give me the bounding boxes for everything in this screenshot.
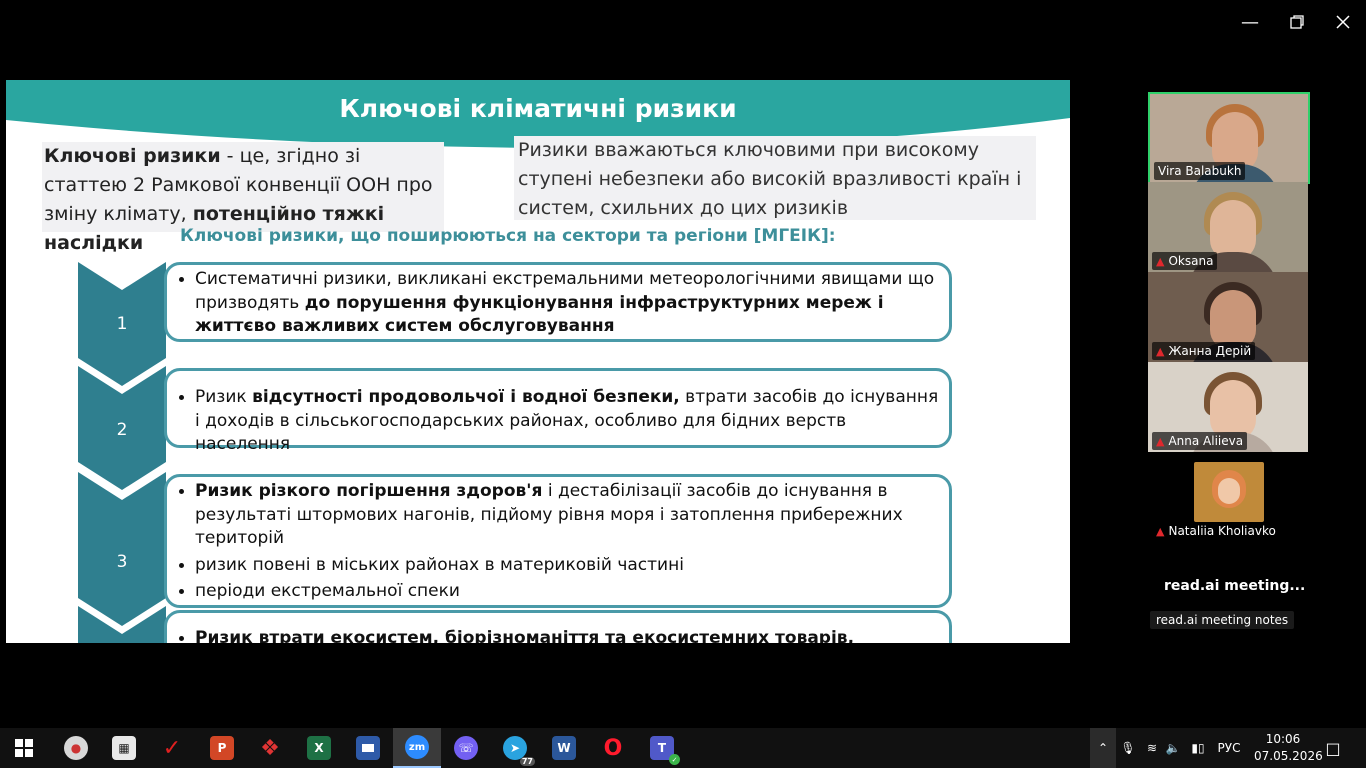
tray-microphone[interactable]: 🎙	[1118, 728, 1138, 768]
speaker-icon: 🔈	[1165, 741, 1181, 755]
participant-name-tag: ▲ Anna Aliieva	[1152, 432, 1248, 450]
taskbar-app-viber[interactable]: ☏	[442, 728, 490, 768]
taskbar-app-calculator[interactable]: ▦	[100, 728, 148, 768]
anydesk-icon: ❖	[260, 735, 280, 761]
powerpoint-icon: P	[210, 736, 234, 760]
clock-date: 07.05.2026	[1254, 749, 1323, 763]
taskbar-app-zoom[interactable]: zm	[393, 728, 441, 768]
taskbar-clock[interactable]: 10:06 07.05.2026	[1254, 731, 1323, 765]
word-icon: W	[552, 736, 576, 760]
risk-card-1: Систематичні ризики, викликані екстремал…	[164, 262, 952, 342]
risk-bullet: Ризик відсутності продовольчої і водної …	[195, 386, 939, 457]
participant-avatar	[1194, 462, 1264, 522]
tray-network[interactable]: ≋	[1141, 728, 1163, 768]
step-number-3: 3	[116, 552, 128, 572]
participant-name-tag: Vira Balabukh	[1154, 162, 1246, 180]
taskbar-app-teams[interactable]: T ✓	[638, 728, 686, 768]
start-windows-icon	[15, 739, 33, 757]
clock-time: 10:06	[1265, 732, 1301, 746]
teams-icon: T ✓	[650, 736, 680, 765]
restore-icon	[1290, 15, 1304, 29]
telegram-icon: ➤ 77	[503, 736, 535, 766]
notification-icon: □	[1325, 738, 1341, 758]
check-app-icon: ✓	[162, 735, 182, 761]
participant-tile-anna[interactable]: ▲ Anna Aliieva	[1148, 362, 1308, 452]
definition-term: Ключові ризики	[44, 145, 221, 167]
risk-card-2: Ризик відсутності продовольчої і водної …	[164, 368, 952, 454]
key-risks-criteria: Ризики вважаються ключовими при високому…	[514, 136, 1036, 220]
taskbar-app-anydesk[interactable]: ❖	[246, 728, 294, 768]
slide-subheading: Ключові ризики, що поширюються на сектор…	[180, 226, 836, 246]
slide-title: Ключові кліматичні ризики	[339, 94, 737, 123]
close-button[interactable]	[1328, 8, 1358, 36]
shared-slide: Ключові кліматичні ризики Ключові ризики…	[6, 80, 1070, 643]
participant-name-tag: ▲ Nataliia Kholiavko	[1152, 522, 1280, 540]
risk-bullet: ризик повені в міських районах в материк…	[195, 554, 939, 578]
risk-bullet: Ризик втрати екосистем, біорізноманіття …	[195, 627, 939, 643]
show-hidden-icons[interactable]: ⌃	[1090, 728, 1116, 768]
start-button[interactable]	[0, 728, 48, 768]
excel-icon: X	[307, 736, 331, 760]
minimize-button[interactable]: —	[1235, 8, 1265, 36]
participant-name-tag: ▲ Жанна Дерій	[1152, 342, 1256, 360]
restore-button[interactable]	[1282, 8, 1312, 36]
zoom-icon: zm	[405, 735, 429, 759]
language-indicator[interactable]: РУС	[1212, 728, 1246, 768]
risk-card-4: Ризик втрати екосистем, біорізноманіття …	[164, 610, 952, 643]
key-risks-definition: Ключові ризики - це, згідно зі статтею 2…	[42, 142, 444, 254]
tray-battery[interactable]: ▮▯	[1186, 728, 1210, 768]
taskbar-app-paint[interactable]: ●	[52, 728, 100, 768]
risk-card-3: Ризик різкого погіршення здоров'я і дест…	[164, 474, 952, 608]
readai-notes-tag: read.ai meeting notes	[1150, 611, 1295, 629]
chevron-up-icon: ⌃	[1097, 741, 1109, 755]
participant-tile-nataliia[interactable]: ▲ Nataliia Kholiavko	[1148, 452, 1308, 542]
calculator-icon: ▦	[112, 736, 136, 760]
wifi-icon: ≋	[1146, 741, 1158, 755]
close-icon	[1336, 15, 1350, 29]
step-number-2: 2	[116, 420, 128, 440]
taskbar-app-excel[interactable]: X	[295, 728, 343, 768]
mic-muted-icon: ▲	[1156, 434, 1165, 448]
taskbar-app-opera[interactable]: O	[589, 728, 637, 768]
viber-icon: ☏	[454, 736, 478, 760]
minimize-icon: —	[1241, 11, 1259, 33]
notifications-button[interactable]: □	[1318, 728, 1348, 768]
taskbar-app-telegram[interactable]: ➤ 77	[491, 728, 539, 768]
unread-badge: 77	[519, 757, 535, 766]
taskbar-app-powerpoint[interactable]: P	[198, 728, 246, 768]
participant-tile-vira[interactable]: Vira Balabukh	[1148, 92, 1310, 184]
save-floppy-icon	[356, 736, 380, 760]
mic-muted-icon: ▲	[1156, 254, 1165, 268]
chevron-step-3	[78, 472, 166, 626]
tray-volume[interactable]: 🔈	[1163, 728, 1183, 768]
risk-bullet: періоди екстремальної спеки	[195, 580, 939, 604]
step-number-1: 1	[116, 314, 128, 334]
paint-icon: ●	[64, 736, 88, 760]
battery-icon: ▮▯	[1191, 741, 1205, 755]
taskbar-app-save[interactable]	[344, 728, 392, 768]
taskbar-app-check[interactable]: ✓	[148, 728, 196, 768]
chevron-step-4	[78, 606, 166, 643]
mic-muted-icon: ▲	[1156, 344, 1165, 358]
risk-bullet: Ризик різкого погіршення здоров'я і дест…	[195, 480, 939, 551]
risk-bullet: Систематичні ризики, викликані екстремал…	[195, 268, 939, 339]
mic-muted-icon: ▲	[1156, 524, 1165, 538]
participant-tile-oksana[interactable]: ▲ Oksana	[1148, 182, 1308, 272]
participant-name-tag: ▲ Oksana	[1152, 252, 1218, 270]
participant-tile-zhanna[interactable]: ▲ Жанна Дерій	[1148, 272, 1308, 362]
microphone-icon: 🎙	[1120, 741, 1136, 755]
readai-participant-label[interactable]: read.ai meeting...	[1164, 578, 1305, 594]
taskbar-app-word[interactable]: W	[540, 728, 588, 768]
opera-icon: O	[603, 735, 623, 761]
